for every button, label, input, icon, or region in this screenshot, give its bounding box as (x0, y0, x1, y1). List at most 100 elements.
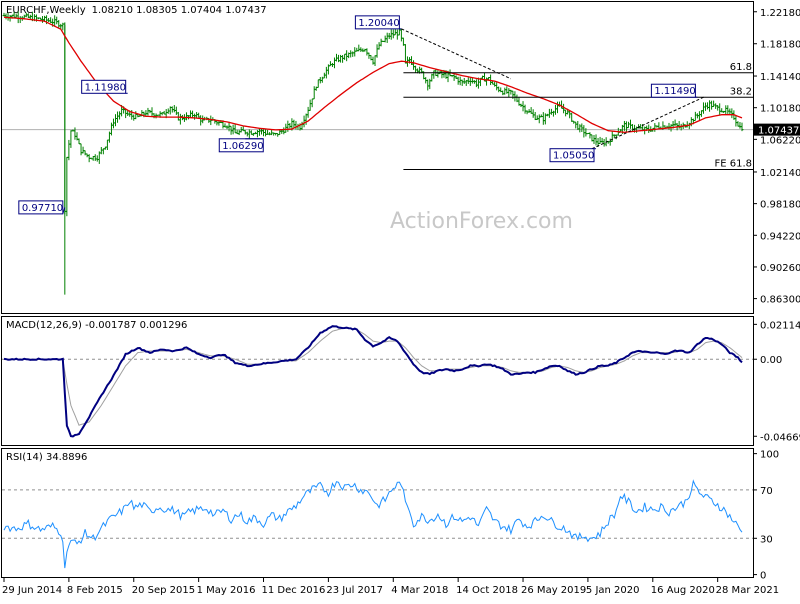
ohlc-bar (278, 129, 282, 136)
ohlc-bar (247, 129, 251, 139)
time-tick-label: 1 May 2016 (197, 585, 256, 596)
price-bars (2, 11, 744, 295)
ohlc-bar (349, 50, 353, 58)
macd-tick-label: -0.046699 (760, 432, 800, 443)
ohlc-bar (361, 48, 365, 53)
ohlc-bar (176, 111, 180, 121)
ohlc-bar (184, 112, 188, 121)
ohlc-bar (594, 134, 598, 146)
ohlc-bar (310, 98, 314, 108)
ohlc-bar (389, 29, 393, 40)
fib-level-label: 61.8 (730, 62, 752, 73)
ohlc-bar (537, 114, 541, 124)
macd-axis: 0.021146 0.00 -0.046699 (753, 320, 800, 443)
ohlc-bar (414, 65, 418, 73)
macd-series (2, 325, 753, 438)
price-tick-label: 0.86300 (760, 295, 800, 306)
ohlc-bar (237, 129, 241, 136)
time-tick-label: 8 Feb 2015 (67, 585, 123, 596)
ohlc-bar (99, 146, 103, 155)
ohlc-bar (379, 38, 383, 47)
ohlc-bar (458, 76, 462, 86)
ohlc-bar (118, 111, 122, 120)
ohlc-bar (144, 110, 148, 116)
ohlc-bar (324, 66, 328, 79)
ohlc-bar (503, 87, 507, 95)
time-tick-label: 29 Jun 2014 (2, 585, 62, 596)
ohlc-values: 1.08210 1.08305 1.07404 1.07437 (92, 5, 267, 16)
ohlc-bar (598, 136, 602, 144)
ohlc-bar (578, 124, 582, 133)
ohlc-bar (501, 90, 505, 96)
ohlc-bar (602, 138, 606, 147)
ohlc-bar (233, 124, 237, 134)
ohlc-bar (146, 107, 150, 116)
ohlc-bar (93, 154, 97, 161)
ohlc-bar (509, 89, 513, 95)
price-tick-label: 1.06220 (760, 135, 800, 146)
ohlc-bar (284, 123, 288, 133)
ohlc-bar (574, 121, 578, 129)
ohlc-bar (77, 138, 81, 145)
time-tick-label: 11 Dec 2016 (262, 585, 326, 596)
ohlc-bar (460, 79, 464, 86)
ohlc-bar (69, 130, 73, 148)
ohlc-bar (624, 121, 628, 132)
swing-label: 0.97710 (18, 200, 66, 215)
ohlc-bar (154, 113, 158, 119)
ohlc-bar (667, 122, 671, 130)
ohlc-bar (391, 29, 395, 39)
ohlc-bar (513, 91, 517, 102)
ohlc-bar (533, 111, 537, 121)
ohlc-bar (351, 51, 355, 57)
ohlc-bar (456, 76, 460, 85)
ohlc-bar (111, 118, 115, 129)
ohlc-bar (286, 120, 290, 132)
swing-label: 1.05050 (549, 148, 597, 163)
ohlc-bar (81, 146, 85, 154)
ohlc-bar (373, 55, 377, 66)
ohlc-bar (55, 16, 59, 25)
time-tick-label: 14 Oct 2018 (456, 585, 518, 596)
time-tick-label: 28 Mar 2021 (716, 585, 779, 596)
ohlc-bar (57, 20, 61, 28)
ohlc-bar (302, 115, 306, 128)
ohlc-bar (726, 105, 730, 114)
ohlc-bar (474, 79, 478, 88)
ohlc-bar (529, 107, 533, 114)
ohlc-bar (531, 109, 535, 118)
price-tick-label: 1.10180 (760, 104, 800, 115)
ohlc-bar (105, 139, 109, 150)
ohlc-bar (685, 121, 689, 128)
ohlc-bar (377, 42, 381, 50)
rsi-series (2, 479, 753, 569)
ohlc-bar (47, 17, 51, 23)
price-tick-label: 1.22180 (760, 8, 800, 19)
ohlc-bar (734, 115, 738, 127)
ohlc-bar (150, 107, 154, 117)
ohlc-bar (288, 123, 292, 129)
ohlc-bar (195, 112, 199, 119)
ohlc-bar (701, 102, 705, 114)
ohlc-bar (270, 129, 274, 136)
ohlc-bar (426, 79, 430, 91)
ohlc-bar (412, 60, 416, 70)
ohlc-bar (403, 44, 407, 64)
ohlc-bar (306, 106, 310, 118)
time-tick-label: 16 Aug 2020 (651, 585, 715, 596)
ohlc-bar (189, 110, 193, 118)
ohlc-bar (626, 121, 630, 129)
price-tick-label: 0.94220 (760, 231, 800, 242)
ohlc-bar (399, 28, 403, 42)
ohlc-bar (706, 102, 710, 110)
swing-label-text: 1.20040 (358, 18, 399, 29)
ohlc-bar (67, 139, 71, 161)
rsi-tick-label: 30 (760, 534, 773, 545)
ohlc-bar (359, 47, 363, 52)
rsi-panel-header: RSI(14) 34.8896 (6, 452, 87, 463)
watermark: ActionForex.com (390, 209, 573, 234)
ohlc-bar (243, 130, 247, 135)
ohlc-bar (592, 134, 596, 144)
ohlc-bar (541, 112, 545, 125)
ohlc-bar (673, 119, 677, 126)
